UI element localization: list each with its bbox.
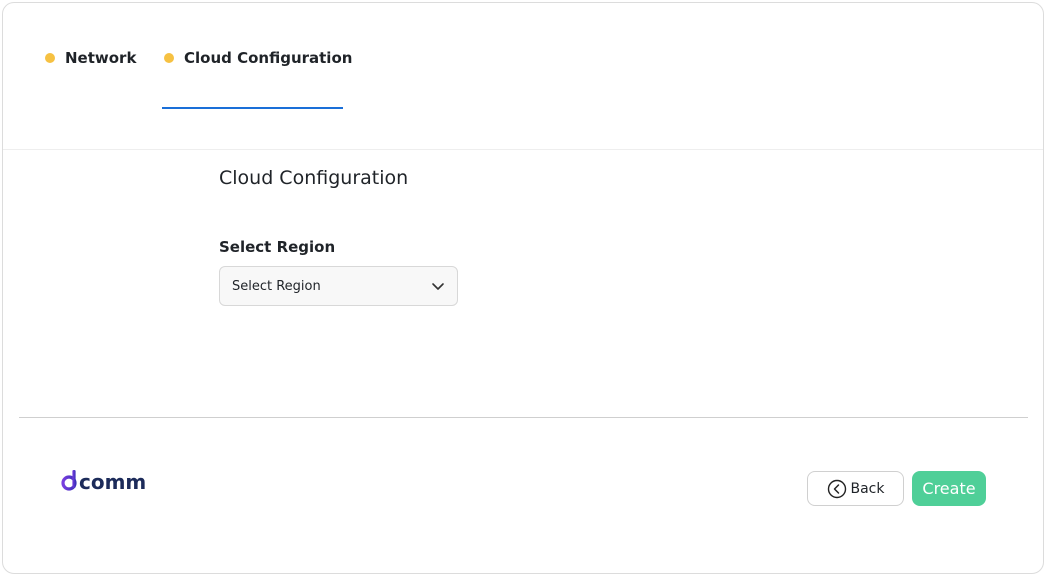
tab-cloud-configuration-label: Cloud Configuration xyxy=(184,49,353,67)
active-tab-indicator xyxy=(162,107,343,109)
footer-divider xyxy=(19,417,1028,418)
region-label: Select Region xyxy=(219,238,336,256)
circle-chevron-left-icon xyxy=(827,479,846,498)
chevron-down-icon xyxy=(432,283,444,290)
step-tabs: Network Cloud Configuration xyxy=(3,3,1043,150)
create-button[interactable]: Create xyxy=(912,471,986,506)
tab-network[interactable]: Network xyxy=(45,49,136,67)
back-button[interactable]: Back xyxy=(807,471,904,506)
wizard-panel: Network Cloud Configuration Cloud Config… xyxy=(2,2,1044,574)
tab-network-label: Network xyxy=(65,49,137,67)
region-select-value: Select Region xyxy=(232,278,321,294)
dot-icon xyxy=(45,53,55,63)
region-select[interactable]: Select Region xyxy=(219,266,458,306)
svg-text:comm: comm xyxy=(79,470,146,492)
dot-icon xyxy=(164,53,174,63)
tab-cloud-configuration[interactable]: Cloud Configuration xyxy=(164,49,352,67)
back-button-label: Back xyxy=(850,480,885,497)
dcomm-logo: comm xyxy=(60,468,164,494)
section-title: Cloud Configuration xyxy=(219,167,409,189)
